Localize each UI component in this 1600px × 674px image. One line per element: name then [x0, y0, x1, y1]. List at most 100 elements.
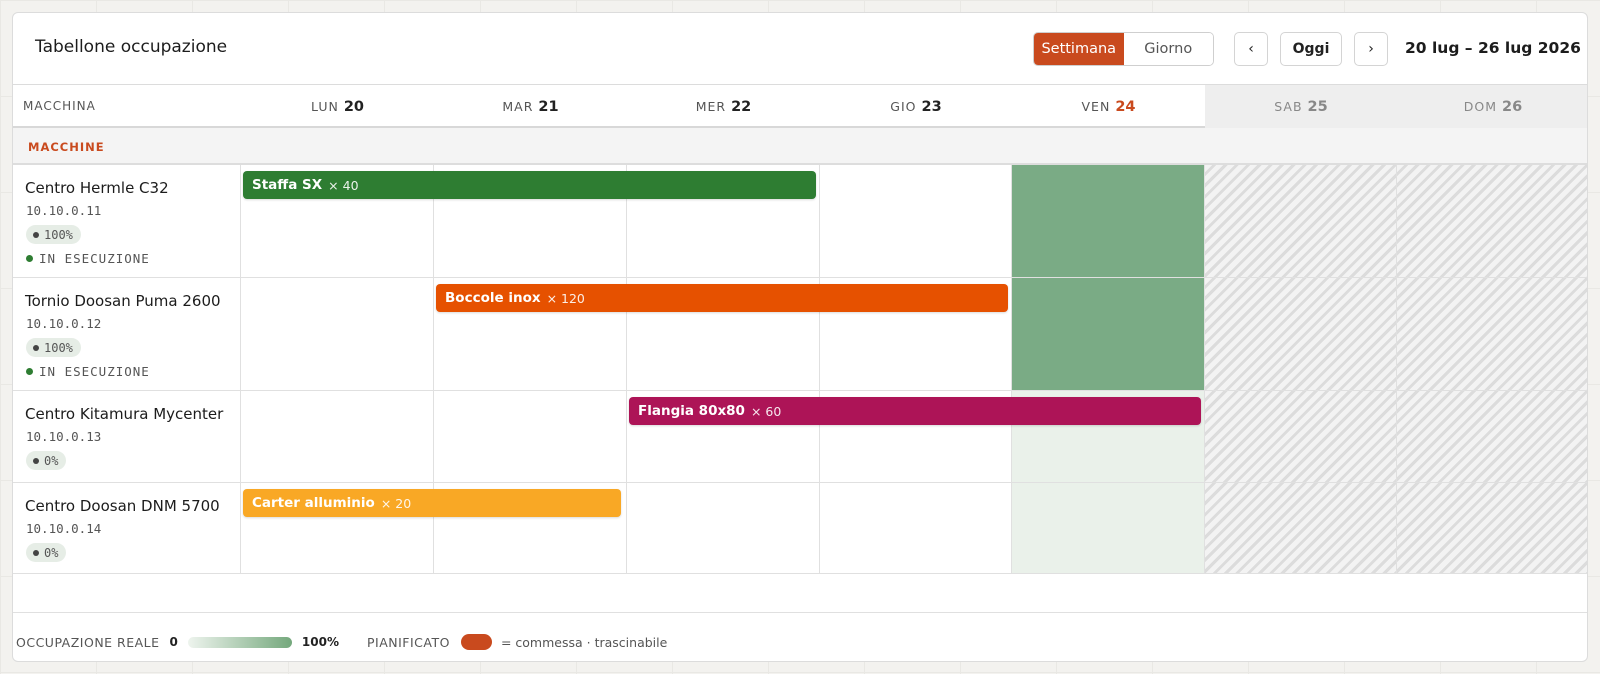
job-bar[interactable]: Staffa SX × 40: [243, 171, 816, 199]
day-name: DOM: [1463, 99, 1498, 114]
day-name: SAB: [1274, 99, 1303, 114]
day-cell[interactable]: [241, 391, 434, 482]
machine-ip: 10.10.0.13: [26, 429, 102, 444]
grid-header: MACCHINA LUN 20 MAR 21 MER 22 GIO 23 VEN…: [13, 85, 1587, 128]
day-header-sat: SAB 25: [1205, 85, 1397, 128]
board-header: Tabellone occupazione Settimana Giorno ‹…: [13, 13, 1587, 85]
day-cell[interactable]: [241, 278, 434, 390]
machine-ip: 10.10.0.11: [26, 203, 102, 218]
job-quantity: × 40: [328, 177, 359, 193]
prev-week-button[interactable]: ‹: [1234, 32, 1268, 66]
utilization-badge: 0%: [26, 543, 67, 562]
occupancy-gradient-swatch: [187, 636, 292, 648]
day-header-tue: MAR 21: [434, 85, 627, 128]
weekend-cell: [1205, 483, 1397, 573]
dot-icon: [33, 457, 39, 464]
chevron-left-icon: ‹: [1248, 41, 1254, 57]
planned-job-swatch: [460, 634, 492, 650]
day-number: 25: [1307, 98, 1328, 115]
day-number: 24: [1115, 98, 1136, 115]
machine-name: Centro Doosan DNM 5700: [25, 497, 220, 515]
machine-name: Centro Hermle C32: [25, 179, 169, 197]
page-title: Tabellone occupazione: [35, 37, 228, 57]
utilization-badge: 100%: [26, 338, 81, 357]
status-dot-icon: [26, 255, 33, 262]
job-quantity: × 60: [750, 403, 782, 419]
day-number: 20: [343, 98, 365, 115]
day-cell-occupied[interactable]: [1012, 165, 1205, 277]
utilization-value: 0%: [44, 545, 59, 560]
day-view-button[interactable]: Giorno: [1123, 33, 1213, 65]
job-name: Carter alluminio: [252, 495, 375, 511]
legend-real-label: OCCUPAZIONE REALE: [16, 634, 160, 650]
group-row-machines: MACCHINE: [13, 128, 1587, 165]
machine-info: Centro Hermle C32 10.10.0.11 100% IN ESE…: [13, 165, 241, 277]
next-week-button[interactable]: ›: [1354, 32, 1388, 66]
job-bar[interactable]: Carter alluminio × 20: [243, 489, 621, 517]
machine-info: Tornio Doosan Puma 2600 10.10.0.12 100% …: [13, 278, 241, 390]
dot-icon: [33, 549, 39, 556]
day-name: MER: [695, 99, 727, 114]
legend-planned-label: PIANIFICATO: [366, 634, 450, 650]
day-name: VEN: [1081, 99, 1111, 114]
legend-planned-note: = commessa · trascinabile: [500, 634, 668, 650]
utilization-value: 100%: [44, 340, 73, 355]
status-text: IN ESECUZIONE: [39, 364, 150, 379]
day-name: GIO: [890, 99, 917, 114]
status-text: IN ESECUZIONE: [39, 251, 150, 266]
day-number: 22: [731, 98, 752, 115]
utilization-badge: 100%: [26, 225, 81, 244]
machine-name: Centro Kitamura Mycenter: [25, 405, 224, 423]
dot-icon: [33, 344, 39, 351]
week-view-button[interactable]: Settimana: [1034, 33, 1124, 65]
status-dot-icon: [26, 368, 33, 375]
job-name: Flangia 80x80: [638, 403, 745, 419]
legend: OCCUPAZIONE REALE 0 100% PIANIFICATO = c…: [16, 634, 667, 650]
day-cell[interactable]: [627, 483, 820, 573]
day-name: MAR: [502, 99, 534, 114]
day-header-fri: VEN 24: [1012, 85, 1205, 128]
weekend-cell: [1397, 391, 1587, 482]
legend-min: 0: [169, 635, 178, 649]
weekend-cell: [1397, 278, 1587, 390]
day-header-thu: GIO 23: [820, 85, 1012, 128]
machine-status: IN ESECUZIONE: [26, 251, 150, 266]
machine-name: Tornio Doosan Puma 2600: [25, 292, 221, 310]
day-name: LUN: [310, 99, 339, 114]
machine-row: Tornio Doosan Puma 2600 10.10.0.12 100% …: [13, 278, 1587, 391]
machine-column-header: MACCHINA: [23, 99, 96, 113]
date-range: 20 lug – 26 lug 2026: [1405, 39, 1581, 57]
occupancy-board: Tabellone occupazione Settimana Giorno ‹…: [12, 12, 1588, 662]
weekend-cell: [1397, 165, 1587, 277]
day-number: 23: [921, 98, 942, 115]
day-cell-today[interactable]: [1012, 483, 1205, 573]
utilization-value: 0%: [44, 453, 59, 468]
machine-ip: 10.10.0.14: [26, 521, 102, 536]
machine-ip: 10.10.0.12: [26, 316, 102, 331]
job-name: Staffa SX: [252, 177, 323, 193]
job-bar[interactable]: Flangia 80x80 × 60: [629, 397, 1201, 425]
chevron-right-icon: ›: [1368, 41, 1374, 57]
machine-row: Centro Hermle C32 10.10.0.11 100% IN ESE…: [13, 165, 1587, 278]
view-toggle: Settimana Giorno: [1033, 32, 1214, 66]
day-header-sun: DOM 26: [1397, 85, 1587, 128]
dot-icon: [33, 231, 39, 238]
day-cell-occupied[interactable]: [1012, 278, 1205, 390]
day-header-wed: MER 22: [627, 85, 820, 128]
today-button[interactable]: Oggi: [1280, 32, 1342, 66]
machine-info: Centro Doosan DNM 5700 10.10.0.14 0%: [13, 483, 241, 573]
job-bar[interactable]: Boccole inox × 120: [436, 284, 1008, 312]
day-number: 21: [538, 98, 559, 115]
machine-info: Centro Kitamura Mycenter 10.10.0.13 0%: [13, 391, 241, 482]
weekend-cell: [1205, 165, 1397, 277]
day-cell[interactable]: [820, 483, 1012, 573]
machine-status: IN ESECUZIONE: [26, 364, 150, 379]
machine-row: Centro Kitamura Mycenter 10.10.0.13 0% F…: [13, 391, 1587, 483]
day-cell[interactable]: [434, 391, 627, 482]
day-cell[interactable]: [820, 165, 1012, 277]
weekend-cell: [1205, 391, 1397, 482]
machine-row: Centro Doosan DNM 5700 10.10.0.14 0% Car…: [13, 483, 1587, 574]
group-label: MACCHINE: [28, 140, 105, 154]
job-name: Boccole inox: [445, 290, 541, 306]
footer-divider: [13, 612, 1587, 613]
